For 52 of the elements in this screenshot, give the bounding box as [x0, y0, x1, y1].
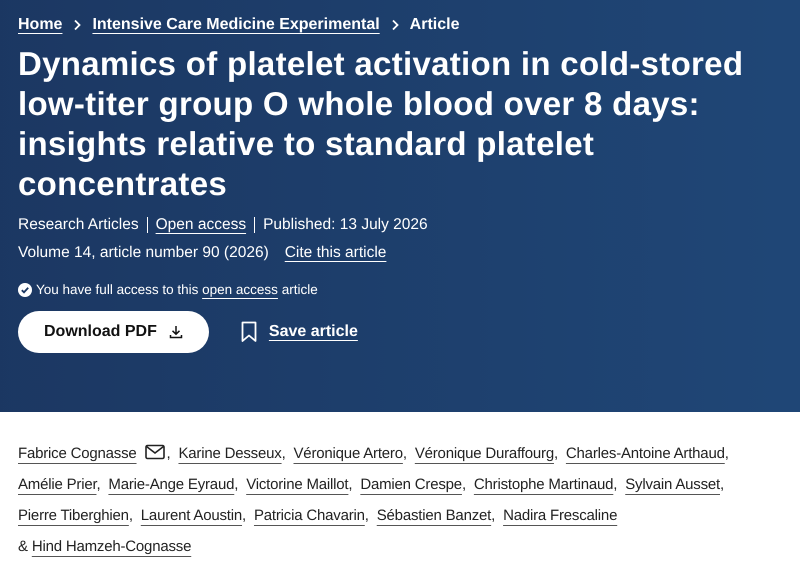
chevron-icon: [390, 19, 400, 31]
comma: ,: [282, 445, 286, 462]
author-link[interactable]: Sébastien Banzet: [376, 507, 492, 524]
meta-text: Published: 13 July 2026: [263, 216, 428, 234]
author-link[interactable]: Victorine Maillot: [246, 476, 348, 493]
author-link[interactable]: Hind Hamzeh-Cognasse: [32, 538, 192, 555]
download-pdf-button[interactable]: Download PDF: [18, 311, 209, 353]
comma: ,: [234, 476, 238, 493]
meta-text: Research Articles: [18, 216, 139, 234]
author-link[interactable]: Véronique Duraffourg: [414, 445, 554, 462]
article-title: Dynamics of platelet activation in cold-stored low-titer group O whole blood over 8 days: insights relative to standard platelet concentrates: [18, 44, 744, 204]
check-circle-icon: [18, 282, 32, 296]
comma: ,: [720, 476, 724, 493]
author-link[interactable]: Charles-Antoine Arthaud: [566, 445, 725, 462]
breadcrumb-current: Article: [410, 16, 460, 34]
author-link[interactable]: Karine Desseux: [178, 445, 282, 462]
chevron-icon: [72, 19, 82, 31]
bookmark-icon: [240, 321, 257, 343]
comma: ,: [364, 507, 369, 524]
breadcrumb-link[interactable]: Intensive Care Medicine Experimental: [92, 16, 380, 34]
comma: ,: [166, 445, 170, 462]
comma: ,: [724, 445, 729, 462]
comma: ,: [96, 476, 100, 493]
author-link[interactable]: Fabrice Cognasse: [18, 445, 137, 462]
cite-link[interactable]: Cite this article: [284, 244, 386, 262]
comma: ,: [348, 476, 352, 493]
open-access-link[interactable]: open access: [202, 282, 278, 297]
ampersand: &: [18, 538, 28, 555]
author-link[interactable]: Amélie Prier: [18, 476, 96, 493]
author-link[interactable]: Sylvain Ausset: [625, 476, 720, 493]
author-link[interactable]: Véronique Artero: [294, 445, 403, 462]
author-link[interactable]: Patricia Chavarin: [254, 507, 365, 524]
access-notice: You have full access to this open access article: [36, 282, 318, 297]
author-link[interactable]: Christophe Martinaud: [474, 476, 614, 493]
comma: ,: [491, 507, 496, 524]
download-icon: [168, 325, 183, 339]
comma: ,: [128, 507, 133, 524]
comma: ,: [554, 445, 558, 462]
author-link[interactable]: Nadira Frescaline: [503, 507, 618, 524]
envelope-icon[interactable]: [144, 444, 165, 460]
volume-text: Volume 14, article number 90 (2026): [18, 244, 269, 262]
author-link[interactable]: Laurent Aoustin: [140, 507, 242, 524]
author-link[interactable]: Marie-Ange Eyraud: [108, 476, 234, 493]
save-article-button[interactable]: Save article: [240, 321, 358, 343]
breadcrumb-link[interactable]: Home: [18, 16, 62, 34]
comma: ,: [242, 507, 246, 524]
open-access-link[interactable]: Open access: [156, 216, 246, 234]
comma: ,: [613, 476, 618, 493]
comma: ,: [462, 476, 466, 493]
author-link[interactable]: Damien Crespe: [360, 476, 462, 493]
author-link[interactable]: Pierre Tiberghien: [18, 507, 129, 524]
comma: ,: [402, 445, 407, 462]
